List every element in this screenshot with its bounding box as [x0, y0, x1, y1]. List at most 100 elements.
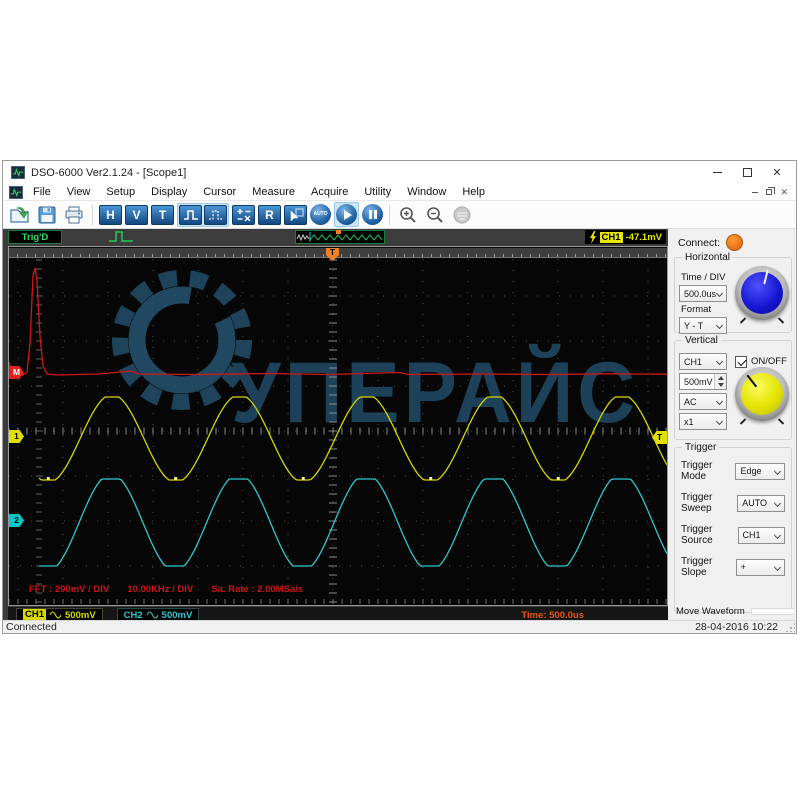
- toolbar: H V T R AUTO: [3, 201, 796, 229]
- panel-scrollbar[interactable]: [793, 229, 796, 620]
- pause-button[interactable]: [362, 204, 383, 225]
- volts-div-value: 500mV: [684, 376, 713, 387]
- trigger-mode-value: Edge: [740, 466, 762, 476]
- reference-waveform-button[interactable]: R: [258, 204, 281, 225]
- scope-display[interactable]: УПЕРАЙС T M 1 2 T FFT : 200mV / DIV 10.0…: [8, 246, 668, 606]
- mdi-restore-button[interactable]: [766, 187, 776, 197]
- menu-bar: File View Setup Display Cursor Measure A…: [3, 184, 796, 201]
- mdi-child-icon: [9, 185, 23, 199]
- math-icon[interactable]: [232, 204, 255, 225]
- horizontal-group-title: Horizontal: [682, 252, 734, 263]
- preview-trigger-marker[interactable]: [336, 230, 341, 234]
- toolbar-separator: [92, 204, 93, 225]
- close-button[interactable]: ✕: [762, 163, 792, 183]
- trigger-source-label: Trigger Source: [681, 524, 713, 546]
- mdi-close-button[interactable]: ✕: [780, 187, 788, 197]
- menu-help[interactable]: Help: [454, 186, 493, 198]
- resize-grip[interactable]: [785, 622, 795, 632]
- trigger-level-readout: -47.1mV: [625, 231, 662, 243]
- volts-down-button[interactable]: [715, 381, 726, 389]
- trigger-mode-select[interactable]: Edge: [735, 462, 785, 480]
- trigger-sweep-select[interactable]: AUTO: [737, 494, 785, 512]
- open-icon[interactable]: [8, 204, 32, 226]
- run-button[interactable]: [336, 204, 357, 225]
- move-waveform-slider[interactable]: [750, 608, 796, 615]
- normal-pulse-icon[interactable]: [179, 204, 202, 225]
- trigger-source-badge: CH1: [599, 231, 623, 243]
- time-div-value: 500.0us: [684, 288, 717, 299]
- trigger-slope-value: +: [740, 562, 746, 572]
- connect-indicator: [726, 234, 744, 251]
- trigger-readout: CH1 -47.1mV: [584, 230, 666, 244]
- sample-rate: Sa. Rate : 2.00MSa/s: [211, 584, 304, 595]
- vertical-knob[interactable]: [734, 367, 789, 425]
- connection-status: Connected: [6, 621, 57, 633]
- trigger-source-select[interactable]: CH1: [737, 526, 785, 544]
- ch2-volts-per-div: 500mV: [161, 609, 193, 621]
- autoset-label: AUTO: [313, 211, 328, 217]
- zoom-in-icon[interactable]: [396, 204, 420, 226]
- status-bar: Connected 28-04-2016 10:22: [3, 620, 796, 633]
- menu-window[interactable]: Window: [399, 186, 454, 198]
- vertical-settings-button[interactable]: V: [125, 204, 148, 225]
- time-per-div-readout: Time: 500.0us: [521, 609, 584, 621]
- vertical-group: Vertical CH1 ON/OFF 500mV AC x1: [674, 335, 792, 440]
- trigger-settings-button[interactable]: T: [151, 204, 174, 225]
- volts-up-button[interactable]: [715, 374, 726, 382]
- time-div-select[interactable]: 500.0us: [679, 285, 727, 302]
- cursor-measure-icon[interactable]: [284, 204, 307, 225]
- menu-file[interactable]: File: [25, 186, 59, 198]
- zoom-out-icon[interactable]: [423, 204, 447, 226]
- menu-setup[interactable]: Setup: [98, 186, 143, 198]
- volts-div-stepper[interactable]: 500mV: [679, 373, 727, 390]
- horizontal-settings-button[interactable]: H: [99, 204, 122, 225]
- lightning-icon: [589, 230, 596, 244]
- save-icon[interactable]: [35, 204, 59, 226]
- trigger-source-value: CH1: [742, 530, 761, 540]
- app-window: DSO-6000 Ver2.1.24 - [Scope1] ✕ File Vie…: [2, 160, 797, 634]
- sine-icon: [50, 611, 62, 619]
- waveform-preview[interactable]: [295, 230, 385, 244]
- trigger-mode-label: Trigger Mode: [681, 460, 713, 482]
- menu-measure[interactable]: Measure: [244, 186, 303, 198]
- fft-info: FFT : 200mV / DIV 10.00KHz / DIV Sa. Rat…: [29, 584, 303, 595]
- trigger-sweep-value: AUTO: [742, 498, 768, 508]
- mdi-minimize-button[interactable]: [752, 187, 759, 197]
- scope-area: Trig'D CH1 -47.1mV УПЕРАЙС T M 1 2 T FFT…: [3, 229, 668, 620]
- horizontal-group: Horizontal Time / DIV 500.0us Format Y -…: [674, 252, 792, 334]
- acquisition-mode-group: [177, 202, 229, 227]
- fft-frequency: 10.00KHz / DIV: [127, 584, 194, 595]
- onoff-label: ON/OFF: [751, 356, 787, 367]
- horizontal-knob[interactable]: [734, 266, 789, 324]
- trigger-slope-select[interactable]: +: [735, 558, 785, 576]
- format-value: Y - T: [684, 320, 704, 331]
- format-select[interactable]: Y - T: [679, 317, 727, 334]
- maximize-button[interactable]: [732, 163, 762, 183]
- ch1-badge: CH1: [23, 609, 47, 620]
- print-icon[interactable]: [62, 204, 86, 226]
- coupling-select[interactable]: AC: [679, 393, 727, 410]
- ch1-volts-per-div: 500mV: [65, 609, 96, 621]
- reference-pulse-icon[interactable]: [204, 204, 227, 225]
- trigger-status-badge: Trig'D: [8, 230, 62, 244]
- trigger-status-bar: Trig'D CH1 -47.1mV: [8, 230, 668, 245]
- app-icon: [11, 166, 25, 179]
- menu-acquire[interactable]: Acquire: [303, 186, 356, 198]
- probe-value: x1: [684, 416, 694, 427]
- trigger-group: Trigger Trigger Mode Edge Trigger Sweep …: [674, 442, 792, 613]
- menu-cursor[interactable]: Cursor: [195, 186, 244, 198]
- ch2-status-box[interactable]: CH2 500mV: [116, 608, 200, 621]
- menu-display[interactable]: Display: [143, 186, 195, 198]
- menu-view[interactable]: View: [59, 186, 99, 198]
- probe-select[interactable]: x1: [679, 413, 727, 430]
- vertical-channel-select[interactable]: CH1: [679, 353, 727, 370]
- connect-label: Connect:: [678, 236, 721, 249]
- channel-onoff-checkbox[interactable]: [735, 355, 747, 368]
- run-highlight: [334, 202, 359, 227]
- menu-utility[interactable]: Utility: [356, 186, 399, 198]
- minimize-button[interactable]: [702, 163, 732, 183]
- autoset-button[interactable]: AUTO: [310, 204, 331, 225]
- ch1-status-box[interactable]: CH1 500mV: [16, 608, 103, 620]
- trigger-sweep-label: Trigger Sweep: [681, 492, 713, 514]
- vertical-group-title: Vertical: [682, 335, 721, 346]
